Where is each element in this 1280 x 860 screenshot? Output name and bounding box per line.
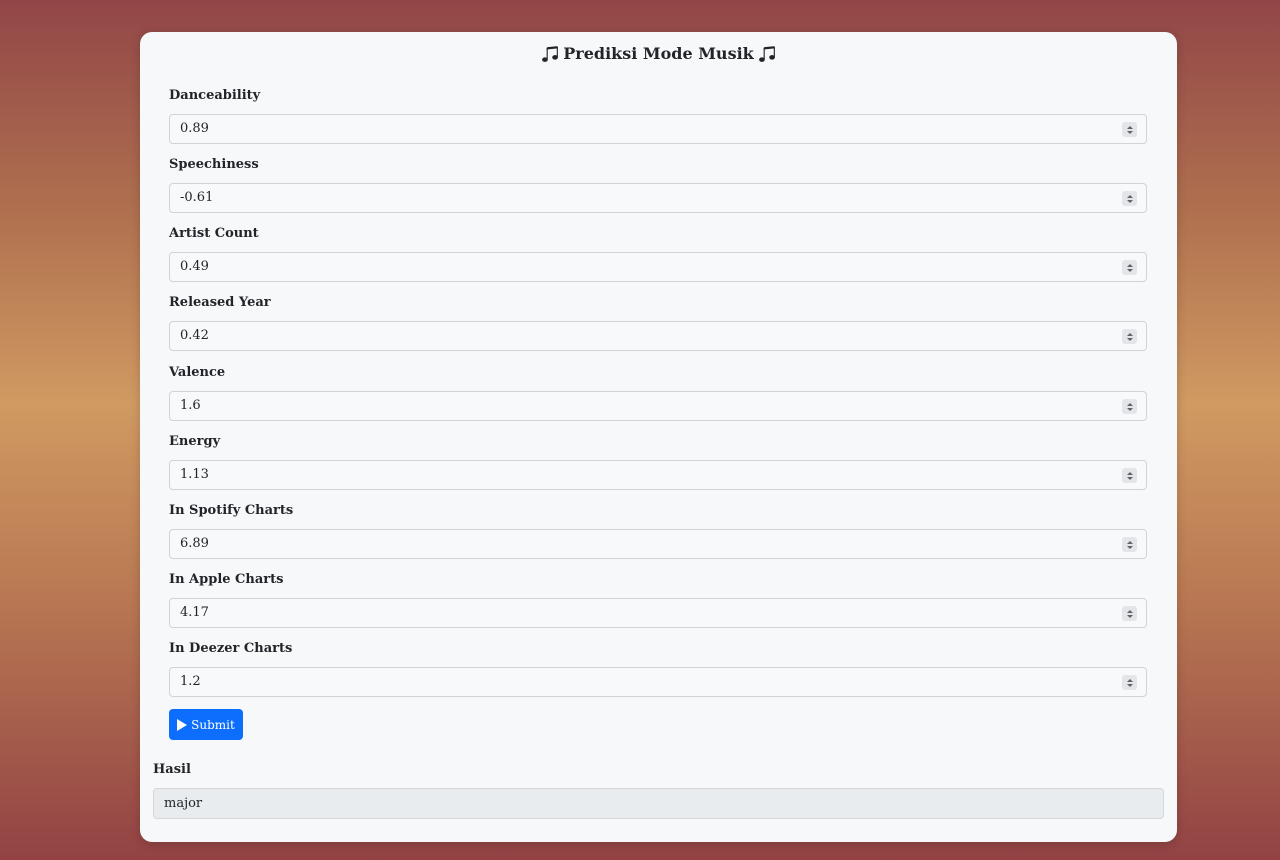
input-value: 1.6 — [180, 398, 201, 413]
in-deezer-charts-input[interactable]: 1.2 — [169, 667, 1147, 697]
number-spinner[interactable] — [1122, 122, 1137, 137]
field-in-spotify-charts: In Spotify Charts 6.89 — [169, 502, 1147, 559]
input-value: 0.89 — [180, 121, 209, 136]
input-value: 4.17 — [180, 605, 209, 620]
in-apple-charts-input[interactable]: 4.17 — [169, 598, 1147, 628]
music-note-icon — [758, 45, 775, 62]
field-label: Energy — [169, 434, 221, 449]
input-value: 1.13 — [180, 467, 209, 482]
speechiness-input[interactable]: -0.61 — [169, 183, 1147, 213]
input-value: -0.61 — [180, 190, 214, 205]
released-year-input[interactable]: 0.42 — [169, 321, 1147, 351]
artist-count-input[interactable]: 0.49 — [169, 252, 1147, 282]
number-spinner[interactable] — [1122, 399, 1137, 414]
field-label: In Apple Charts — [169, 572, 284, 587]
number-spinner[interactable] — [1122, 329, 1137, 344]
field-label: Released Year — [169, 295, 271, 310]
input-value: 6.89 — [180, 536, 209, 551]
field-danceability: Danceability 0.89 — [169, 87, 1147, 144]
page-title: Prediksi Mode Musik — [140, 44, 1177, 63]
title-text: Prediksi Mode Musik — [563, 44, 754, 63]
submit-label: Submit — [191, 717, 235, 732]
field-label: Speechiness — [169, 157, 259, 172]
field-energy: Energy 1.13 — [169, 433, 1147, 490]
field-label: Danceability — [169, 88, 261, 103]
field-label: In Deezer Charts — [169, 641, 293, 656]
number-spinner[interactable] — [1122, 468, 1137, 483]
play-icon — [177, 718, 188, 731]
field-label: In Spotify Charts — [169, 503, 294, 518]
in-spotify-charts-input[interactable]: 6.89 — [169, 529, 1147, 559]
field-artist-count: Artist Count 0.49 — [169, 225, 1147, 282]
number-spinner[interactable] — [1122, 537, 1137, 552]
music-note-icon — [542, 45, 559, 62]
field-valence: Valence 1.6 — [169, 364, 1147, 421]
result-section: Hasil major — [153, 761, 1164, 819]
field-label: Valence — [169, 365, 226, 380]
energy-input[interactable]: 1.13 — [169, 460, 1147, 490]
submit-button[interactable]: Submit — [169, 709, 243, 740]
valence-input[interactable]: 1.6 — [169, 391, 1147, 421]
result-label: Hasil — [153, 762, 191, 777]
prediction-card: Prediksi Mode Musik Danceability 0.89 Sp… — [140, 32, 1177, 842]
result-value: major — [164, 796, 203, 811]
result-output: major — [153, 788, 1164, 819]
number-spinner[interactable] — [1122, 191, 1137, 206]
field-in-deezer-charts: In Deezer Charts 1.2 — [169, 640, 1147, 697]
number-spinner[interactable] — [1122, 675, 1137, 690]
number-spinner[interactable] — [1122, 606, 1137, 621]
field-speechiness: Speechiness -0.61 — [169, 156, 1147, 213]
field-label: Artist Count — [169, 226, 259, 241]
input-value: 0.42 — [180, 328, 209, 343]
field-released-year: Released Year 0.42 — [169, 294, 1147, 351]
number-spinner[interactable] — [1122, 260, 1137, 275]
danceability-input[interactable]: 0.89 — [169, 114, 1147, 144]
input-value: 0.49 — [180, 259, 209, 274]
field-in-apple-charts: In Apple Charts 4.17 — [169, 571, 1147, 628]
input-value: 1.2 — [180, 674, 201, 689]
